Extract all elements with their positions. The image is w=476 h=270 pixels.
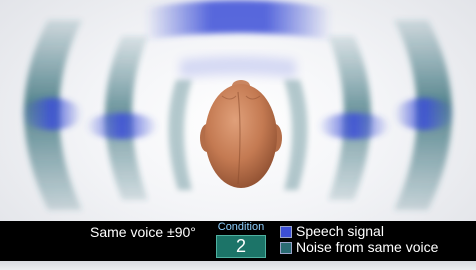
noise-arc-left-near <box>168 80 192 190</box>
noise-arc-right-near <box>284 80 308 190</box>
legend-swatch-noise <box>280 242 292 254</box>
diagram-frame: Same voice ±90° Condition 2 Speech signa… <box>0 0 476 270</box>
speech-wavefront-top <box>145 0 332 40</box>
condition-description: Same voice ±90° <box>90 224 196 240</box>
speech-band-right-outer <box>394 98 454 130</box>
listener-head <box>200 80 282 188</box>
sound-field-scene <box>22 0 454 210</box>
speech-wavefront-top-inner <box>180 56 296 78</box>
condition-indicator: Condition 2 <box>213 220 269 260</box>
legend-label-speech: Speech signal <box>296 223 384 239</box>
legend-swatch-speech <box>280 226 292 238</box>
condition-number: 2 <box>216 235 266 258</box>
speech-band-right-inner <box>318 113 390 139</box>
speech-band-left-inner <box>86 113 158 139</box>
legend-label-noise: Noise from same voice <box>296 239 439 255</box>
bottom-strip <box>0 261 476 270</box>
condition-label: Condition <box>217 221 265 233</box>
speech-band-left-outer <box>22 98 82 130</box>
head-top <box>205 84 277 188</box>
